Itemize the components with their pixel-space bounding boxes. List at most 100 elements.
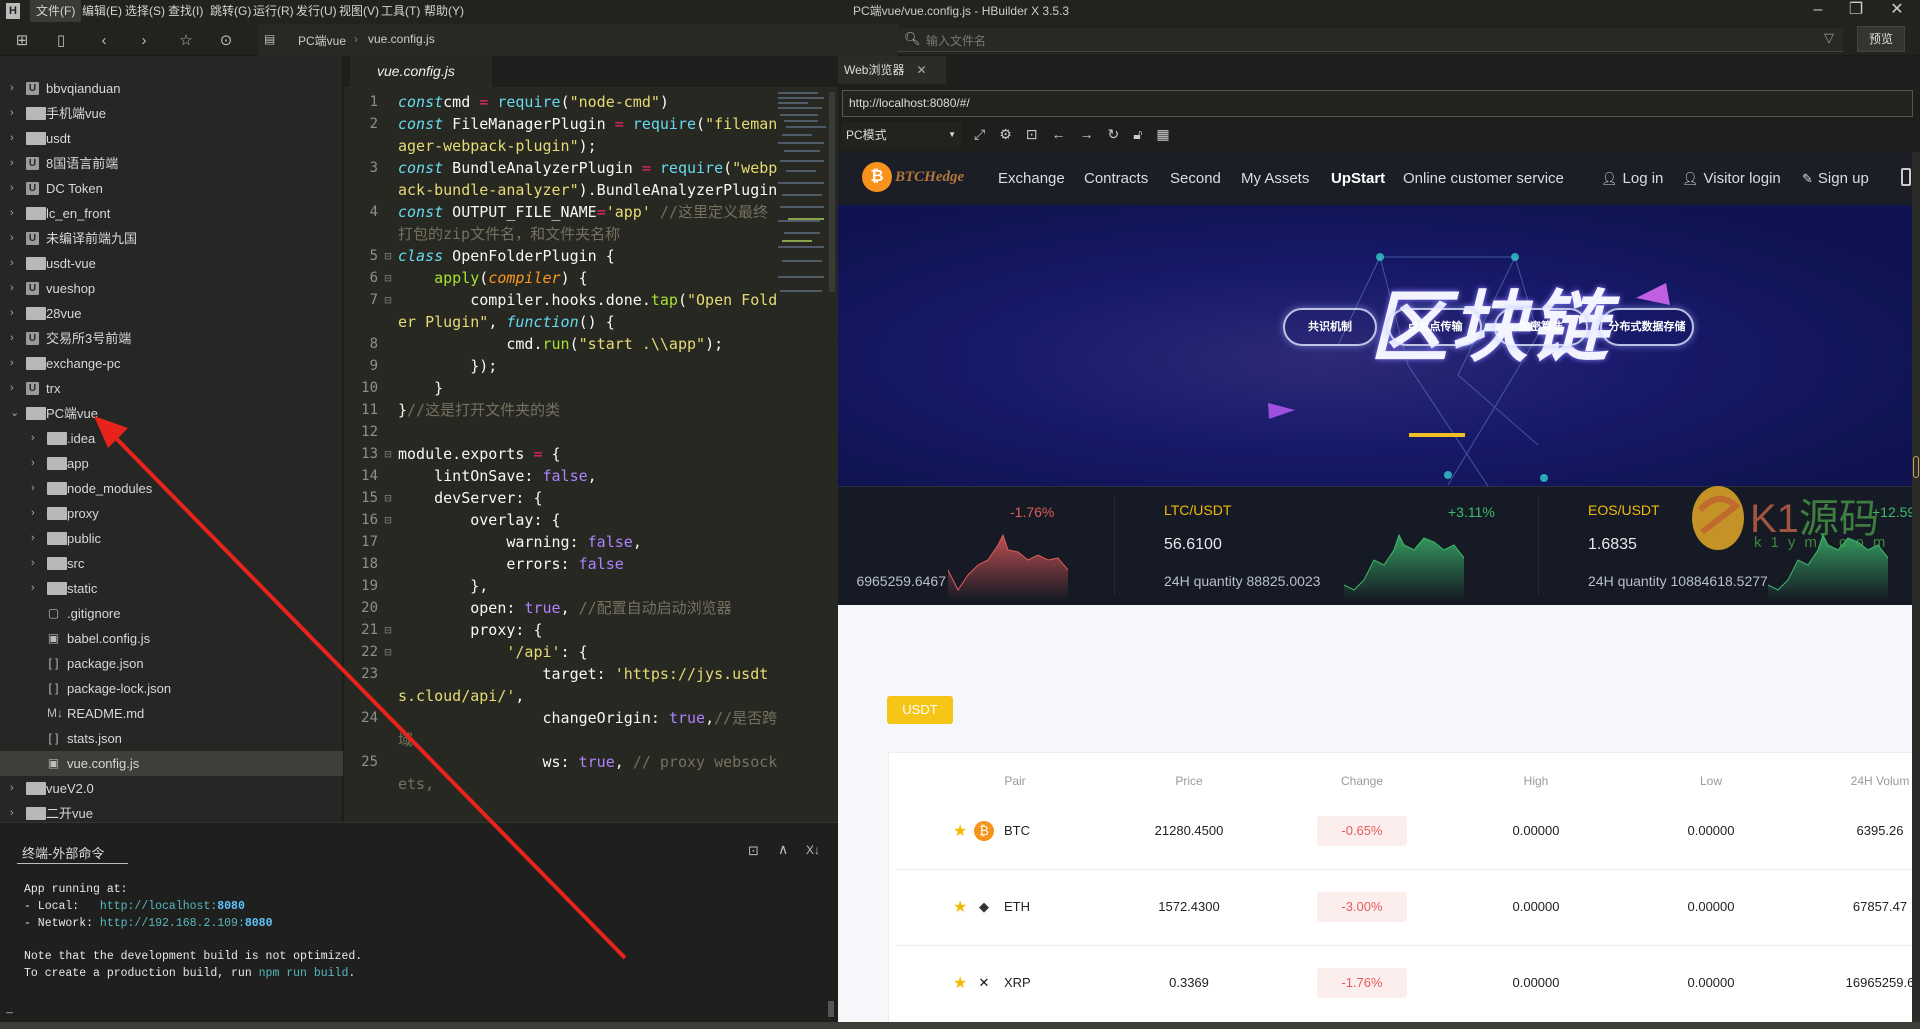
chevron-right-icon[interactable]: › (10, 351, 14, 376)
fold-toggle-icon[interactable]: ⊟ (378, 443, 398, 465)
coin-symbol[interactable]: ETH (1004, 899, 1030, 914)
tree-item[interactable]: › U 8国语言前端 (0, 151, 343, 176)
chevron-right-icon[interactable]: › (10, 176, 14, 201)
favorite-star-icon[interactable]: ★ (953, 821, 967, 841)
coin-symbol[interactable]: BTC (1004, 823, 1030, 838)
maximize-button[interactable]: ❐ (1846, 0, 1866, 20)
mode-select[interactable]: PC模式 ▼ (842, 122, 962, 148)
tab-usdt[interactable]: USDT (887, 696, 953, 724)
tree-item[interactable]: › U 交易所3号前端 (0, 326, 343, 351)
console-icon[interactable]: ⊡ (1026, 126, 1038, 142)
star-icon[interactable]: ☆ (175, 30, 197, 52)
preview-button[interactable]: 预览 (1857, 26, 1905, 52)
chevron-right-icon[interactable]: › (10, 776, 14, 801)
chevron-right-icon[interactable]: › (10, 326, 14, 351)
local-port[interactable]: 8080 (217, 900, 245, 913)
close-tab-icon[interactable]: ✕ (916, 63, 926, 77)
new-file-icon[interactable]: ⊞ (11, 30, 33, 52)
column-header-low[interactable]: Low (1700, 774, 1722, 788)
chevron-right-icon[interactable]: › (10, 376, 14, 401)
tree-item[interactable]: › vueV2.0 (0, 776, 343, 801)
site-logo[interactable]: ₿ BTCHedge (862, 162, 964, 192)
favorite-star-icon[interactable]: ★ (953, 897, 967, 917)
chevron-right-icon[interactable]: › (10, 276, 14, 301)
fold-toggle-icon[interactable]: ⊟ (378, 619, 398, 641)
column-header-high[interactable]: High (1524, 774, 1549, 788)
file-search-input[interactable]: 🔍︎ 输入文件名 (898, 28, 1843, 52)
tree-item[interactable]: › 28vue (0, 301, 343, 326)
chevron-right-icon[interactable]: › (31, 551, 35, 576)
column-header-change[interactable]: Change (1341, 774, 1383, 788)
breadcrumb-item[interactable]: vue.config.js (368, 32, 435, 46)
network-url[interactable]: http://192.168.2.109: (100, 917, 245, 930)
tree-item[interactable]: ▣ vue.config.js (0, 751, 343, 776)
favorite-star-icon[interactable]: ★ (953, 973, 967, 993)
chevron-right-icon[interactable]: › (31, 451, 35, 476)
chevron-right-icon[interactable]: › (10, 126, 14, 151)
sign-up-link[interactable]: ✎ Sign up (1802, 170, 1869, 187)
filter-icon[interactable]: ▽ (1824, 30, 1834, 46)
nav-contracts[interactable]: Contracts (1084, 170, 1148, 187)
chevron-right-icon[interactable]: › (10, 201, 14, 226)
fold-toggle-icon[interactable]: ⊟ (378, 289, 398, 333)
new-terminal-icon[interactable]: ⊡ (748, 843, 759, 859)
tree-item[interactable]: › usdt (0, 126, 343, 151)
menu-3[interactable]: 查找(I) (162, 0, 209, 22)
local-url[interactable]: http://localhost: (100, 900, 217, 913)
settings-icon[interactable]: ⚙ (999, 126, 1012, 142)
chevron-right-icon[interactable]: › (10, 101, 14, 126)
tree-item[interactable]: › 手机端vue (0, 101, 343, 126)
run-icon[interactable]: ⊙ (215, 30, 237, 52)
nav-second[interactable]: Second (1170, 170, 1221, 187)
terminal-scrollbar[interactable] (828, 1001, 834, 1017)
close-panel-icon[interactable]: X↓ (806, 843, 820, 857)
chevron-right-icon[interactable]: › (31, 426, 35, 451)
tree-item[interactable]: › U 未编译前端九国 (0, 226, 343, 251)
tree-item[interactable]: › node_modules (0, 476, 343, 501)
tree-item[interactable]: › proxy (0, 501, 343, 526)
tree-item[interactable]: M↓ README.md (0, 701, 343, 726)
chevron-right-icon[interactable]: › (31, 476, 35, 501)
editor-scrollbar[interactable] (829, 92, 835, 292)
tree-item[interactable]: › Ubbvqianduan (0, 76, 343, 101)
tree-item[interactable]: › Utrx (0, 376, 343, 401)
column-header-price[interactable]: Price (1175, 774, 1202, 788)
chevron-down-icon[interactable]: ⌄ (10, 401, 19, 426)
network-port[interactable]: 8080 (245, 917, 273, 930)
chevron-right-icon[interactable]: › (31, 501, 35, 526)
fold-toggle-icon[interactable]: ⊟ (378, 267, 398, 289)
nav-my-assets[interactable]: My Assets (1241, 170, 1309, 187)
tree-item[interactable]: [ ] package-lock.json (0, 676, 343, 701)
nav-exchange[interactable]: Exchange (998, 170, 1065, 187)
menu-0[interactable]: 文件(F) (30, 0, 82, 22)
fold-toggle-icon[interactable]: ⊟ (378, 509, 398, 531)
chevron-right-icon[interactable]: › (10, 226, 14, 251)
tree-item[interactable]: › .idea (0, 426, 343, 451)
tab-web-browser[interactable]: Web浏览器 ✕ (838, 56, 946, 84)
chevron-right-icon[interactable]: › (31, 526, 35, 551)
banner[interactable]: 区块链 共识机制 点对点传输 加密算法 分布式数据存储 (838, 205, 1912, 486)
chevron-right-icon[interactable]: › (10, 251, 14, 276)
minimap[interactable] (778, 90, 828, 320)
tree-item[interactable]: [ ] stats.json (0, 726, 343, 751)
tree-item[interactable]: › usdt-vue (0, 251, 343, 276)
open-external-icon[interactable]: ⤢ (974, 126, 985, 142)
fold-toggle-icon[interactable]: ⊟ (378, 641, 398, 663)
chevron-right-icon[interactable]: › (10, 151, 14, 176)
forward-arrow-icon[interactable]: → (1080, 126, 1094, 142)
carousel-indicator[interactable] (1409, 433, 1465, 437)
save-icon[interactable]: ▯ (50, 30, 72, 52)
reload-icon[interactable]: ↻ (1108, 126, 1120, 142)
qr-code-icon[interactable]: ▦ (1156, 126, 1169, 142)
nav-upstart[interactable]: UpStart (1331, 170, 1385, 187)
back-icon[interactable]: ‹ (93, 30, 115, 52)
maximize-panel-icon[interactable]: ∧ (778, 841, 788, 858)
fold-toggle-icon[interactable]: ⊟ (378, 487, 398, 509)
tree-item[interactable]: › U DC Token (0, 176, 343, 201)
fold-toggle-icon[interactable]: ⊟ (378, 245, 398, 267)
url-input[interactable]: http://localhost:8080/#/ (842, 90, 1913, 117)
forward-icon[interactable]: › (133, 30, 155, 52)
tree-item[interactable]: ⌄ PC端vue (0, 401, 343, 426)
tree-item[interactable]: [ ] package.json (0, 651, 343, 676)
breadcrumb-item[interactable]: PC端vue (298, 32, 346, 49)
